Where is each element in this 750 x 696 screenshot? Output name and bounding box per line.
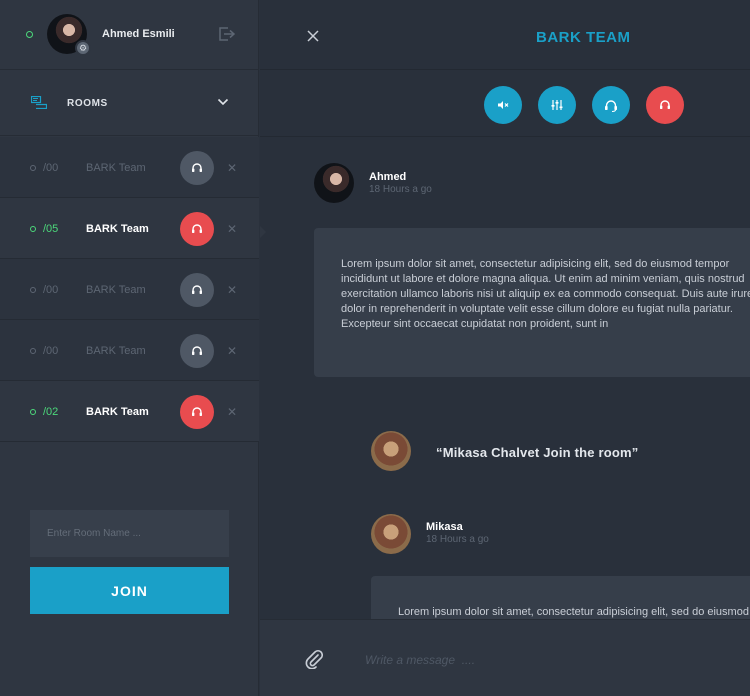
room-number: /00 bbox=[43, 284, 59, 296]
sender-name: Mikasa bbox=[426, 521, 463, 533]
room-number: /05 bbox=[43, 223, 59, 235]
equalizer-icon bbox=[551, 100, 563, 110]
hangup-button[interactable] bbox=[646, 86, 684, 124]
username: Ahmed Esmili bbox=[102, 28, 175, 40]
headset-call-button[interactable] bbox=[180, 273, 214, 307]
mute-icon bbox=[498, 101, 509, 109]
chat-topbar: BARK TEAM bbox=[260, 0, 750, 70]
chevron-down-icon[interactable] bbox=[217, 98, 229, 106]
hangup-icon bbox=[660, 100, 670, 109]
room-name: BARK Team bbox=[86, 223, 149, 235]
room-item[interactable]: /05 BARK Team ✕ bbox=[0, 198, 259, 259]
settings-gear-icon[interactable]: ⚙ bbox=[75, 40, 91, 56]
online-status-dot bbox=[26, 31, 33, 38]
message-time: 18 Hours a go bbox=[369, 184, 432, 195]
system-avatar bbox=[371, 431, 411, 471]
room-status-dot bbox=[30, 348, 36, 354]
room-number: /02 bbox=[43, 406, 59, 418]
room-number: /00 bbox=[43, 162, 59, 174]
message-bubble: Lorem ipsum dolor sit amet, consectetur … bbox=[314, 228, 750, 377]
headset-call-button[interactable] bbox=[180, 151, 214, 185]
sender-name: Ahmed bbox=[369, 171, 407, 183]
room-number: /00 bbox=[43, 345, 59, 357]
room-name: BARK Team bbox=[86, 162, 146, 174]
room-item[interactable]: /00 BARK Team ✕ bbox=[0, 320, 259, 381]
close-icon[interactable]: ✕ bbox=[227, 344, 237, 358]
headset-call-button[interactable] bbox=[180, 395, 214, 429]
room-name-input[interactable] bbox=[30, 510, 229, 557]
close-icon[interactable]: ✕ bbox=[227, 222, 237, 236]
chat-rooms-icon bbox=[31, 96, 47, 109]
headset-button[interactable] bbox=[592, 86, 630, 124]
equalizer-button[interactable] bbox=[538, 86, 576, 124]
headset-call-button[interactable] bbox=[180, 212, 214, 246]
room-item[interactable]: /00 BARK Team ✕ bbox=[0, 259, 259, 320]
room-title: BARK TEAM bbox=[536, 29, 631, 46]
headset-icon bbox=[192, 224, 202, 233]
active-room-pointer bbox=[260, 226, 266, 238]
user-avatar[interactable]: ⚙ bbox=[47, 14, 91, 56]
close-icon[interactable]: ✕ bbox=[227, 161, 237, 175]
sidebar: ⚙ Ahmed Esmili ROOMS /00 BARK Team ✕ /05 bbox=[0, 0, 259, 696]
profile-header: ⚙ Ahmed Esmili bbox=[0, 0, 258, 70]
room-name: BARK Team bbox=[86, 345, 146, 357]
room-status-dot bbox=[30, 165, 36, 171]
rooms-label: ROOMS bbox=[67, 98, 108, 109]
mute-button[interactable] bbox=[484, 86, 522, 124]
sender-avatar[interactable] bbox=[371, 514, 411, 554]
room-status-dot bbox=[30, 226, 36, 232]
room-list: /00 BARK Team ✕ /05 BARK Team ✕ /00 BARK… bbox=[0, 137, 259, 442]
paperclip-icon[interactable] bbox=[305, 649, 323, 669]
system-message: “Mikasa Chalvet Join the room” bbox=[436, 445, 639, 460]
logout-icon[interactable] bbox=[219, 27, 235, 41]
message-composer bbox=[260, 619, 750, 696]
headset-icon bbox=[192, 407, 202, 416]
message-time: 18 Hours a go bbox=[426, 534, 489, 545]
room-name: BARK Team bbox=[86, 406, 149, 418]
room-status-dot bbox=[30, 409, 36, 415]
sender-avatar[interactable] bbox=[314, 163, 354, 203]
message-text: Lorem ipsum dolor sit amet, consectetur … bbox=[341, 258, 750, 330]
join-button[interactable]: JOIN bbox=[30, 567, 229, 614]
call-controls bbox=[260, 70, 750, 137]
close-icon[interactable]: ✕ bbox=[227, 405, 237, 419]
close-icon[interactable] bbox=[307, 30, 319, 42]
room-name: BARK Team bbox=[86, 284, 146, 296]
headset-icon bbox=[192, 346, 202, 355]
message-input[interactable] bbox=[365, 650, 725, 670]
headset-icon bbox=[605, 99, 617, 112]
headset-icon bbox=[192, 163, 202, 172]
room-item[interactable]: /02 BARK Team ✕ bbox=[0, 381, 259, 442]
chat-panel: BARK TEAM Ahmed 18 Hours a go Lorem ipsu… bbox=[260, 0, 750, 696]
room-item[interactable]: /00 BARK Team ✕ bbox=[0, 137, 259, 198]
headset-icon bbox=[192, 285, 202, 294]
headset-call-button[interactable] bbox=[180, 334, 214, 368]
room-status-dot bbox=[30, 287, 36, 293]
close-icon[interactable]: ✕ bbox=[227, 283, 237, 297]
message-text: Lorem ipsum dolor sit amet, consectetur … bbox=[398, 606, 749, 618]
